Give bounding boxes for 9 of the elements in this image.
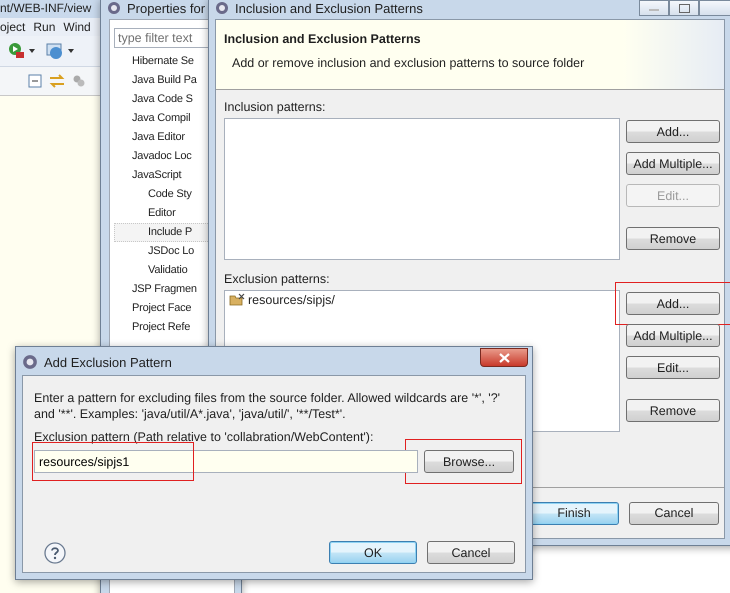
description-text: Add or remove inclusion and exclusion patterns to source folder xyxy=(232,56,586,70)
window-title: Properties for xyxy=(127,0,206,16)
window-title: Inclusion and Exclusion Patterns xyxy=(235,0,423,16)
field-label: Exclusion pattern (Path relative to 'collabration/WebContent'): xyxy=(34,430,374,444)
message-text: Enter a pattern for excluding files from the source folder. Allowed wildcards are '*', '?' and '**'. Examples: 'java/util/A*.java', 'java/util/', '**/Test*'. xyxy=(34,390,502,422)
section-label: Inclusion patterns: xyxy=(224,100,326,116)
section-label: Exclusion patterns: xyxy=(224,272,331,288)
window-title: nt/WEB-INF/view xyxy=(0,1,92,15)
window-title: Add Exclusion Pattern xyxy=(44,354,172,370)
